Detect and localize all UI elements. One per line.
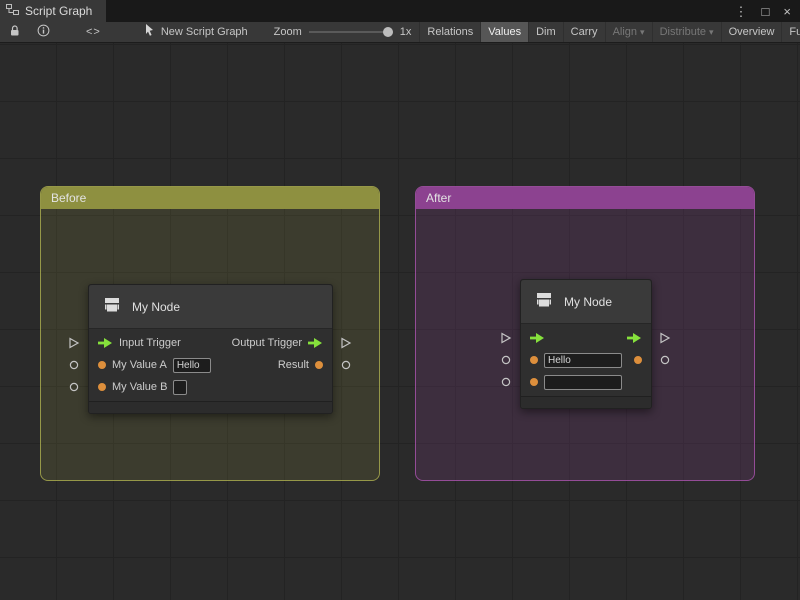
script-graph-window: Script Graph ⋮ □ ×: [0, 0, 800, 600]
align-label: Align: [613, 26, 637, 38]
zoom-label: Zoom: [274, 26, 302, 38]
tabbar-spacer: [106, 0, 725, 22]
node-row: My Value A Hello Result: [89, 354, 332, 376]
result-label: Result: [278, 359, 309, 371]
overview-label: Overview: [729, 26, 775, 38]
node-footer: [521, 396, 651, 408]
node-after-body: Hello: [521, 324, 651, 393]
graph-toolbar: <> New Script Graph Zoom 1x Relations Va…: [0, 22, 800, 43]
external-value-port-icon[interactable]: [659, 353, 671, 365]
output-trigger-label: Output Trigger: [232, 337, 302, 349]
chevron-down-icon: ▾: [640, 27, 645, 38]
node-before-body: Input Trigger Output Trigger My Value A …: [89, 329, 332, 398]
value-a-label: My Value A: [112, 359, 167, 371]
tab-title: Script Graph: [25, 4, 92, 18]
script-graph-icon: [6, 3, 19, 19]
tab-bar: Script Graph ⋮ □ ×: [0, 0, 800, 22]
node-row: [521, 371, 651, 393]
group-after-header[interactable]: After: [416, 187, 754, 209]
external-value-port-icon[interactable]: [500, 375, 512, 387]
value-a-input[interactable]: Hello: [544, 353, 622, 368]
value-port-icon[interactable]: [530, 378, 538, 386]
zoom-slider-knob[interactable]: [383, 27, 393, 37]
distribute-label: Distribute: [660, 26, 706, 38]
node-row: [521, 327, 651, 349]
external-flow-port-icon[interactable]: [340, 336, 352, 348]
node-row: Input Trigger Output Trigger: [89, 332, 332, 354]
flow-port-out-icon[interactable]: [308, 338, 323, 348]
flow-port-out-icon[interactable]: [627, 333, 642, 343]
flow-port-in-icon[interactable]: [98, 338, 113, 348]
chevron-down-icon: ▾: [709, 27, 714, 38]
external-value-port-icon[interactable]: [340, 358, 352, 370]
node-title: My Node: [132, 300, 180, 314]
node-after[interactable]: My Node: [520, 279, 652, 409]
external-flow-port-icon[interactable]: [500, 331, 512, 343]
distribute-dropdown[interactable]: Distribute ▾: [652, 22, 721, 42]
zoom-slider[interactable]: [309, 31, 393, 33]
node-before-header[interactable]: My Node: [89, 285, 332, 329]
tab-script-graph[interactable]: Script Graph: [0, 0, 106, 22]
external-value-port-icon[interactable]: [68, 358, 80, 370]
graph-name-text: New Script Graph: [161, 26, 248, 38]
value-b-input[interactable]: [544, 375, 622, 390]
values-toggle[interactable]: Values: [480, 22, 528, 42]
value-port-icon[interactable]: [530, 356, 538, 364]
relations-toggle[interactable]: Relations: [419, 22, 480, 42]
zoom-control: Zoom 1x: [274, 26, 412, 38]
lock-button[interactable]: [0, 22, 29, 42]
zoom-value: 1x: [400, 26, 412, 38]
graph-canvas[interactable]: Before After My No: [0, 43, 800, 600]
node-after-header[interactable]: My Node: [521, 280, 651, 324]
flow-port-in-icon[interactable]: [530, 333, 545, 343]
node-title: My Node: [564, 295, 612, 309]
group-after-label: After: [426, 191, 451, 205]
window-controls: ⋮ □ ×: [726, 0, 800, 22]
node-before[interactable]: My Node Input Trigger Output Trigger: [88, 284, 333, 414]
carry-toggle[interactable]: Carry: [563, 22, 605, 42]
value-b-input[interactable]: [173, 380, 187, 395]
node-icon: [533, 289, 555, 314]
value-port-icon[interactable]: [98, 383, 106, 391]
graph-name-label[interactable]: New Script Graph: [137, 22, 256, 42]
external-value-port-icon[interactable]: [500, 353, 512, 365]
maximize-icon[interactable]: □: [762, 5, 770, 18]
values-label: Values: [488, 26, 521, 38]
external-flow-port-icon[interactable]: [659, 331, 671, 343]
cursor-icon: [145, 24, 156, 40]
fullscreen-button[interactable]: Full Screen: [781, 22, 800, 42]
value-port-icon[interactable]: [315, 361, 323, 369]
kebab-menu-icon[interactable]: ⋮: [735, 5, 748, 18]
value-a-input[interactable]: Hello: [173, 358, 211, 373]
lock-icon: [8, 24, 21, 40]
code-icon: <>: [86, 26, 101, 38]
overview-button[interactable]: Overview: [721, 22, 782, 42]
group-before-header[interactable]: Before: [41, 187, 379, 209]
node-icon: [101, 294, 123, 319]
value-b-label: My Value B: [112, 381, 167, 393]
external-value-port-icon[interactable]: [68, 380, 80, 392]
group-before-label: Before: [51, 191, 86, 205]
relations-label: Relations: [427, 26, 473, 38]
info-icon: [37, 24, 50, 40]
close-icon[interactable]: ×: [783, 5, 791, 18]
node-row: My Value B: [89, 376, 332, 398]
fullscreen-label: Full Screen: [789, 26, 800, 38]
carry-label: Carry: [571, 26, 598, 38]
toolbar-toggles: Relations Values Dim Carry Align ▾ Distr…: [419, 22, 800, 42]
value-port-icon[interactable]: [634, 356, 642, 364]
code-view-button[interactable]: <>: [78, 22, 109, 42]
dim-toggle[interactable]: Dim: [528, 22, 563, 42]
node-row: Hello: [521, 349, 651, 371]
dim-label: Dim: [536, 26, 556, 38]
align-dropdown[interactable]: Align ▾: [605, 22, 652, 42]
node-footer: [89, 401, 332, 413]
info-button[interactable]: [29, 22, 58, 42]
value-port-icon[interactable]: [98, 361, 106, 369]
input-trigger-label: Input Trigger: [119, 337, 181, 349]
external-flow-port-icon[interactable]: [68, 336, 80, 348]
